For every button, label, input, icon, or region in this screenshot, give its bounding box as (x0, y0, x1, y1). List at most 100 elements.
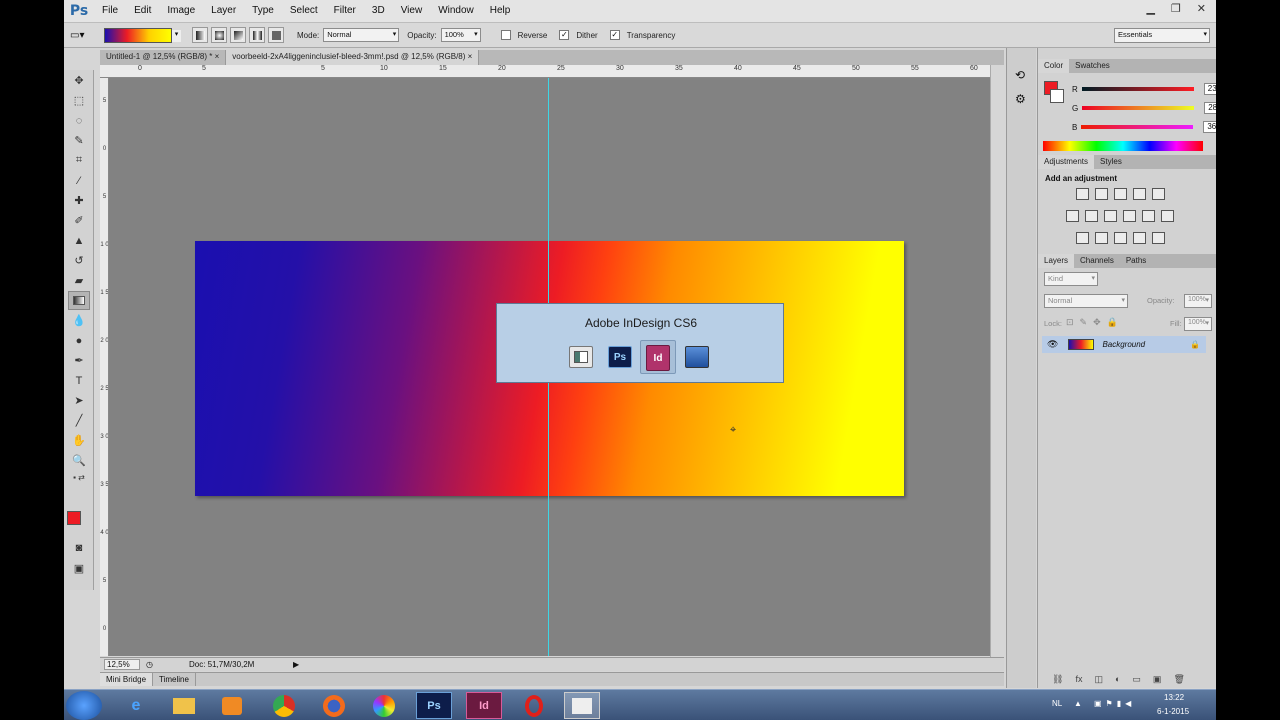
radial-gradient-button[interactable] (211, 27, 227, 43)
adjustments-tab-styles[interactable]: Styles (1094, 155, 1128, 169)
hue-saturation-icon[interactable] (1066, 210, 1079, 222)
invert-icon[interactable] (1076, 232, 1089, 244)
delete-layer-icon[interactable]: 🗑 (1173, 674, 1184, 685)
dodge-tool-icon[interactable]: ● (68, 331, 90, 350)
chrome-icon[interactable] (266, 692, 302, 719)
brightness-icon[interactable] (1076, 188, 1089, 200)
status-menu-arrow-icon[interactable]: ▶ (293, 660, 299, 669)
hand-tool-icon[interactable]: ✋ (68, 431, 90, 450)
color-tab-swatches[interactable]: Swatches (1069, 59, 1116, 73)
mode-select[interactable]: Normal (323, 28, 400, 42)
tray-icons[interactable]: ▣⚑▮◀ (1094, 699, 1135, 708)
posterize-icon[interactable] (1095, 232, 1108, 244)
lasso-tool-icon[interactable]: ◌ (68, 111, 90, 130)
menu-edit[interactable]: Edit (126, 0, 159, 22)
foreground-color-swatch[interactable] (67, 511, 81, 525)
type-tool-icon[interactable]: T (68, 371, 90, 390)
menu-layer[interactable]: Layer (203, 0, 244, 22)
explorer-icon[interactable] (166, 692, 202, 719)
screen-mode-icon[interactable]: ▣ (68, 559, 90, 578)
bottom-tab-mini-bridge[interactable]: Mini Bridge (100, 673, 154, 686)
photo-filter-icon[interactable] (1123, 210, 1136, 222)
black-white-icon[interactable] (1104, 210, 1117, 222)
indesign-icon[interactable]: Id (646, 345, 670, 371)
new-group-icon[interactable]: ▭ (1132, 674, 1141, 685)
levels-icon[interactable] (1095, 188, 1108, 200)
desktop-icon[interactable] (685, 346, 709, 368)
swap-colors-icon[interactable]: ▪ ⇄ (68, 471, 90, 483)
exposure-icon[interactable] (1133, 188, 1146, 200)
eye-icon[interactable]: 👁 (1047, 339, 1058, 350)
taskbar-indesign-icon[interactable]: Id (466, 692, 502, 719)
dither-checkbox[interactable]: ✓ (559, 30, 570, 40)
taskbar-photoshop-icon[interactable]: Ps (416, 692, 452, 719)
menu-filter[interactable]: Filter (326, 0, 364, 22)
window-app-icon[interactable] (564, 692, 600, 719)
background-color-preview[interactable] (1050, 89, 1064, 103)
marquee-tool-icon[interactable]: ⬚ (68, 91, 90, 110)
document-icon[interactable] (569, 346, 593, 368)
channel-mixer-icon[interactable] (1142, 210, 1155, 222)
color-tab-color[interactable]: Color (1038, 59, 1070, 73)
r-slider[interactable] (1081, 87, 1194, 91)
b-slider[interactable] (1081, 125, 1194, 129)
layer-kind-filter[interactable]: Kind (1044, 272, 1098, 286)
color-balance-icon[interactable] (1085, 210, 1098, 222)
pinwheel-icon[interactable] (366, 692, 402, 719)
link-layers-icon[interactable]: ⛓ (1052, 674, 1063, 685)
menu-select[interactable]: Select (282, 0, 326, 22)
fill-field[interactable]: 100% (1184, 317, 1212, 331)
document-tab-1[interactable]: Untitled-1 @ 12,5% (RGB/8) * × (100, 50, 227, 65)
zoom-tool-icon[interactable]: 🔍 (68, 451, 90, 470)
minimize-icon[interactable]: ▁ (1146, 2, 1154, 15)
reflected-gradient-button[interactable] (249, 27, 265, 43)
menu-view[interactable]: View (393, 0, 431, 22)
curves-icon[interactable] (1114, 188, 1127, 200)
diamond-gradient-button[interactable] (268, 27, 284, 43)
menu-image[interactable]: Image (159, 0, 203, 22)
start-button[interactable] (66, 691, 102, 720)
zoom-field[interactable]: 12,5% (104, 659, 140, 670)
document-tab-2[interactable]: voorbeeld-2xA4liggeninclusief-bleed-3mm!… (226, 50, 480, 65)
eraser-tool-icon[interactable]: ▰ (68, 271, 90, 290)
workspace-select[interactable]: Essentials (1114, 28, 1210, 43)
media-player-icon[interactable] (214, 692, 250, 719)
restore-icon[interactable]: ❐ (1171, 2, 1181, 15)
angle-gradient-button[interactable] (230, 27, 246, 43)
properties-panel-icon[interactable]: ⚙ (1015, 92, 1036, 106)
vibrance-icon[interactable] (1152, 188, 1165, 200)
color-lookup-icon[interactable] (1161, 210, 1174, 222)
layers-tab-paths[interactable]: Paths (1120, 254, 1152, 268)
menu-file[interactable]: File (94, 0, 126, 22)
menu-help[interactable]: Help (482, 0, 519, 22)
pen-tool-icon[interactable]: ✒ (68, 351, 90, 370)
path-select-icon[interactable]: ➤ (68, 391, 90, 410)
move-tool-icon[interactable]: ✥ (68, 71, 90, 90)
b-value[interactable]: 36 (1203, 121, 1216, 133)
new-layer-icon[interactable]: ▣ (1153, 674, 1162, 685)
vertical-scrollbar[interactable] (990, 65, 1004, 658)
ie-icon[interactable]: e (118, 692, 154, 719)
gradient-tool-icon[interactable] (68, 291, 90, 310)
adjustments-tab-adjustments[interactable]: Adjustments (1038, 155, 1095, 169)
crop-tool-icon[interactable]: ⌗ (68, 151, 90, 170)
transparency-checkbox[interactable]: ✓ (609, 30, 620, 40)
stamp-tool-icon[interactable]: ▲ (68, 231, 90, 250)
firefox-icon[interactable] (316, 692, 352, 719)
quick-select-tool-icon[interactable]: ✎ (68, 131, 90, 150)
linear-gradient-button[interactable] (192, 27, 208, 43)
r-value[interactable]: 237 (1203, 83, 1216, 95)
menu-type[interactable]: Type (244, 0, 282, 22)
layer-opacity-field[interactable]: 100% (1184, 294, 1212, 308)
lock-icons[interactable]: ⊡✎✥🔒 (1066, 317, 1124, 328)
g-slider[interactable] (1082, 106, 1195, 110)
layers-tab-layers[interactable]: Layers (1038, 254, 1075, 268)
layer-row-background[interactable]: 👁 Background 🔒 (1042, 336, 1206, 353)
close-icon[interactable]: ✕ (1197, 2, 1206, 15)
tray-arrow-icon[interactable]: ▲ (1074, 699, 1082, 708)
opacity-field[interactable]: 100% (440, 28, 481, 42)
layers-tab-channels[interactable]: Channels (1074, 254, 1120, 268)
history-brush-icon[interactable]: ↺ (68, 251, 90, 270)
eyedropper-tool-icon[interactable]: ⁄ (68, 171, 90, 190)
blend-mode-select[interactable]: Normal (1044, 294, 1128, 308)
